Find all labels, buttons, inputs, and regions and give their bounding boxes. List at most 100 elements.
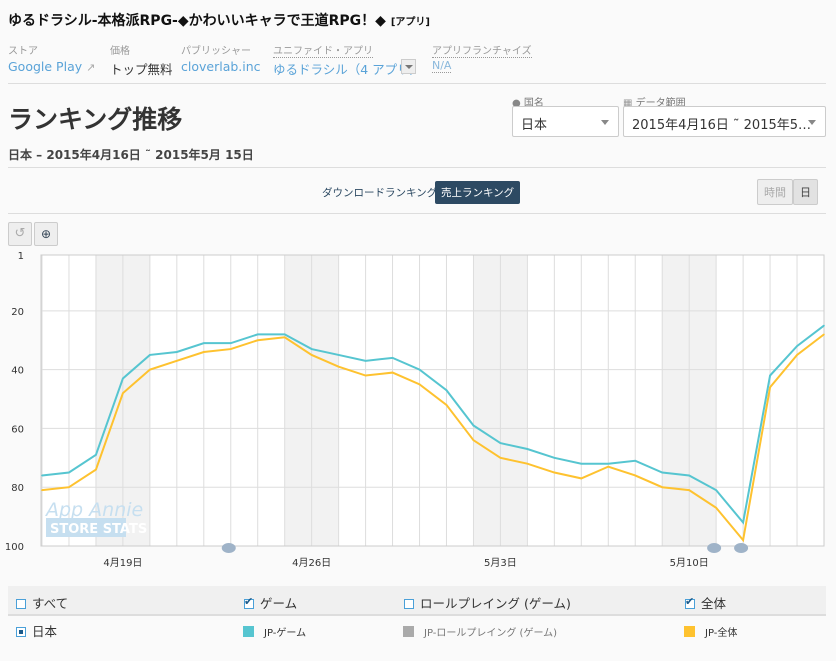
- page-title: ランキング推移: [8, 105, 183, 134]
- app-tag: [アプリ]: [390, 17, 430, 28]
- data-point: [229, 342, 232, 344]
- unified-dropdown-button[interactable]: [401, 59, 416, 74]
- hourly-button[interactable]: 時間: [757, 179, 793, 205]
- legend-rpg[interactable]: JP-ロールプレイング (ゲーム): [403, 624, 557, 639]
- data-point: [580, 477, 583, 480]
- price-label: 価格: [110, 46, 130, 57]
- data-point: [526, 448, 529, 450]
- legend-game[interactable]: JP-ゲーム: [243, 624, 306, 639]
- data-point: [95, 454, 97, 456]
- tab-revenue-ranking[interactable]: 売上ランキング: [435, 181, 521, 204]
- data-point: [122, 392, 124, 394]
- data-point: [176, 360, 178, 362]
- reset-icon: ↺: [14, 226, 26, 241]
- category-rpg[interactable]: ロールプレイング (ゲーム): [404, 593, 571, 612]
- checkbox-checked-icon: [244, 595, 254, 609]
- note-icon[interactable]: [734, 543, 749, 553]
- reset-zoom-button[interactable]: ↺: [8, 222, 32, 246]
- data-point: [95, 468, 97, 471]
- data-point: [526, 462, 529, 465]
- legend-overall[interactable]: JP-全体: [684, 624, 737, 639]
- radio-selected-icon: [16, 627, 26, 637]
- app-title: ゆるドラシル-本格派RPG-◆かわいいキャラで王道RPG！◆ [アプリ]: [8, 13, 430, 29]
- category-overall[interactable]: 全体: [685, 593, 726, 612]
- franchise-value[interactable]: N/A: [432, 59, 452, 73]
- y-tick-label: 80: [11, 483, 24, 494]
- data-point: [634, 474, 637, 477]
- data-point: [688, 489, 690, 491]
- data-point: [283, 336, 286, 339]
- data-point: [715, 506, 717, 509]
- unified-label: ユニファイド・アプリ: [273, 42, 373, 58]
- data-point: [688, 474, 690, 477]
- franchise-label: アプリフランチャイズ: [432, 42, 532, 58]
- x-tick-label: 5月3日: [484, 557, 517, 569]
- divider: [8, 167, 826, 168]
- data-point: [634, 459, 637, 462]
- legend-swatch: [684, 626, 695, 637]
- data-point: [445, 404, 448, 406]
- checkbox-icon: [16, 599, 26, 609]
- x-tick-label: 4月26日: [292, 557, 331, 569]
- data-point: [445, 389, 448, 392]
- data-point: [68, 471, 70, 474]
- data-point: [823, 324, 825, 327]
- y-tick-label: 60: [11, 424, 24, 435]
- data-point: [823, 333, 825, 336]
- ranking-chart: 1 20 40 60 80 100 App AnnieSTORE STATS 4月19日 4月2…: [5, 251, 825, 569]
- data-point: [149, 368, 151, 371]
- data-point: [742, 521, 744, 524]
- date-range-select[interactable]: 2015年4月16日 ˜ 2015年5…: [623, 106, 826, 137]
- daily-button[interactable]: 日: [793, 179, 818, 205]
- data-point: [337, 354, 340, 356]
- x-tick-label: 4月19日: [103, 557, 142, 569]
- data-point: [283, 333, 286, 336]
- category-filter-row: すべて ゲーム ロールプレイング (ゲーム) 全体: [8, 586, 826, 616]
- data-point: [310, 348, 313, 350]
- date-range-subtitle: 日本 – 2015年4月16日 ˜ 2015年5月 15日: [8, 148, 254, 162]
- data-point: [364, 374, 367, 377]
- data-point: [607, 465, 610, 468]
- data-point: [256, 339, 259, 342]
- country-japan-toggle[interactable]: 日本: [16, 621, 57, 640]
- data-point: [553, 457, 556, 459]
- tab-download-ranking[interactable]: ダウンロードランキング: [316, 181, 443, 204]
- data-point: [202, 351, 205, 353]
- legend-swatch: [243, 626, 254, 637]
- data-point: [661, 486, 664, 489]
- data-point: [229, 348, 232, 350]
- external-link-icon: ↗: [86, 61, 96, 74]
- series-legend-row: 日本 JP-ゲーム JP-ロールプレイング (ゲーム) JP-全体: [8, 618, 826, 648]
- divider: [8, 83, 826, 84]
- note-icon[interactable]: [707, 543, 722, 553]
- data-point: [149, 354, 151, 356]
- watermark-text: App Annie: [44, 499, 143, 521]
- data-point: [472, 439, 475, 441]
- country-select[interactable]: 日本: [512, 106, 619, 137]
- data-point: [499, 442, 502, 444]
- x-tick-label: 5月10日: [670, 557, 709, 569]
- store-label: ストア: [8, 46, 38, 57]
- publisher-label: パブリッシャー: [181, 46, 251, 57]
- data-point: [796, 354, 798, 356]
- data-point: [310, 354, 313, 356]
- data-point: [796, 345, 798, 347]
- data-point: [256, 333, 259, 336]
- category-all[interactable]: すべて: [16, 593, 68, 612]
- data-point: [364, 360, 367, 362]
- publisher-link[interactable]: cloverlab.inc: [181, 59, 261, 74]
- data-point: [499, 457, 502, 459]
- store-link[interactable]: Google Play ↗: [8, 59, 95, 74]
- data-point: [391, 357, 394, 359]
- data-point: [176, 351, 178, 353]
- zoom-in-button[interactable]: ⊕: [34, 222, 58, 246]
- chevron-down-icon: [808, 120, 816, 125]
- data-point: [41, 489, 43, 491]
- data-point: [418, 383, 421, 386]
- zoom-in-icon: ⊕: [40, 227, 52, 241]
- category-game[interactable]: ゲーム: [244, 593, 297, 612]
- data-point: [41, 474, 43, 477]
- unified-link[interactable]: ゆるドラシル（4 アプリ）: [273, 59, 422, 78]
- note-icon[interactable]: [221, 543, 236, 553]
- data-point: [553, 471, 556, 474]
